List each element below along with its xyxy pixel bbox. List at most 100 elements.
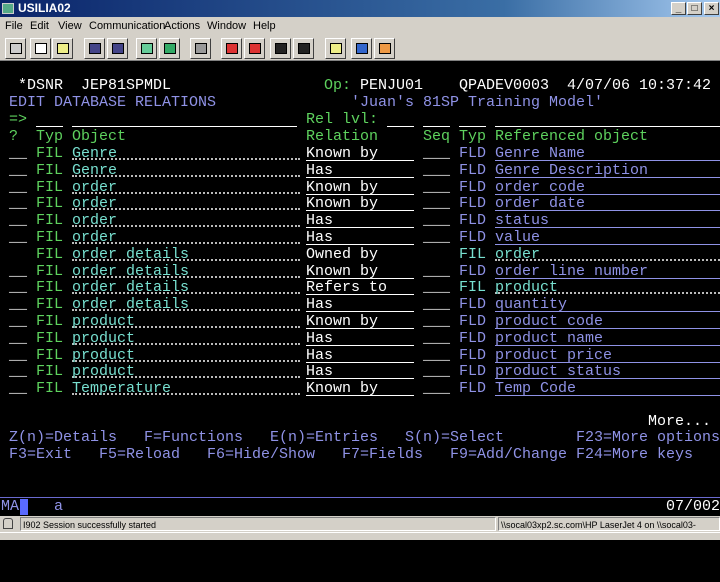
minimize-button[interactable]: _ [671,2,686,15]
row-select-input[interactable]: __ [9,263,27,280]
send-button[interactable] [84,38,105,59]
seq-input[interactable]: ___ [423,212,450,229]
seq-input[interactable]: ___ [423,263,450,280]
stop-macro-button[interactable] [244,38,265,59]
ref-object-field[interactable]: status [495,212,720,229]
seq-input[interactable]: ___ [423,330,450,347]
ref-object-field[interactable]: quantity [495,296,720,313]
macro-2-button[interactable] [293,38,314,59]
seq-input[interactable]: ___ [423,380,450,397]
ref-object-field[interactable]: Genre Name [495,145,720,162]
seq-input[interactable]: ___ [423,229,450,246]
menu-window[interactable]: Window [207,17,246,36]
seq-input[interactable]: ___ [423,347,450,364]
ref-object-field: order [495,246,720,263]
seq-input[interactable]: ___ [423,279,450,296]
row-select-input[interactable]: __ [9,162,27,179]
app-icon[interactable] [2,3,14,14]
key-f9-add-change[interactable]: F9=Add/Change [450,446,567,463]
menu-file[interactable]: File [5,17,23,36]
row-select-input[interactable]: __ [9,296,27,313]
relation-field[interactable]: Has [306,229,414,246]
copy-button[interactable] [30,38,51,59]
command-code-input[interactable] [36,111,63,127]
seq-input[interactable]: ___ [423,195,450,212]
key-f5-reload[interactable]: F5=Reload [99,446,180,463]
ref-object-field[interactable]: order code [495,179,720,196]
relation-field[interactable]: Has [306,347,414,364]
receive-button[interactable] [107,38,128,59]
ref-object-field[interactable]: product price [495,347,720,364]
rel-lvl-input-3[interactable] [459,111,486,127]
close-button[interactable]: × [704,2,719,15]
seq-input[interactable]: ___ [423,363,450,380]
row-select-input[interactable]: __ [9,313,27,330]
ref-object-field[interactable]: product status [495,363,720,380]
menu-view[interactable]: View [58,17,82,36]
menu-actions[interactable]: Actions [164,17,200,36]
edit-button[interactable] [374,38,395,59]
row-select-input[interactable]: __ [9,279,27,296]
seq-input[interactable]: ___ [423,145,450,162]
relation-field[interactable]: Known by [306,263,414,280]
input-indicator: a [54,498,64,515]
ref-object-field[interactable]: product [495,279,720,296]
print-screen-button[interactable] [5,38,26,59]
relation-field[interactable]: Known by [306,380,414,397]
stop-macro-icon [249,43,261,54]
menu-help[interactable]: Help [253,17,276,36]
clipboard-button[interactable] [325,38,346,59]
seq-input[interactable]: ___ [423,296,450,313]
ref-object-field[interactable]: Genre Description [495,162,720,179]
relation-field[interactable]: Has [306,296,414,313]
key-f7-fields[interactable]: F7=Fields [342,446,423,463]
row-select-input[interactable]: __ [9,195,27,212]
ref-object-field[interactable]: order line number [495,263,720,280]
relation-row: __ FIL Temperature Known by ___ FLD Temp Code [0,380,720,397]
paste-button[interactable] [52,38,73,59]
row-select-input[interactable]: __ [9,330,27,347]
row-select-input[interactable]: __ [9,380,27,397]
seq-input[interactable]: ___ [423,179,450,196]
rel-lvl-input-1[interactable] [387,111,414,127]
relation-field[interactable]: Known by [306,145,414,162]
relation-field[interactable]: Has [306,330,414,347]
row-select-input[interactable]: __ [9,229,27,246]
display-2-icon [164,43,176,54]
relation-field[interactable]: Refers to [306,279,414,296]
relation-field[interactable]: Has [306,212,414,229]
relation-field[interactable]: Known by [306,179,414,196]
rel-lvl-input-2[interactable] [423,111,450,127]
ref-object-field[interactable]: product name [495,330,720,347]
menu-edit[interactable]: Edit [30,17,49,36]
maximize-button[interactable]: □ [687,2,702,15]
keyboard-button[interactable] [190,38,211,59]
ref-object-field[interactable]: order date [495,195,720,212]
seq-input[interactable]: ___ [423,313,450,330]
display-button[interactable] [136,38,157,59]
row-select-input[interactable]: __ [9,179,27,196]
relation-field[interactable]: Has [306,363,414,380]
terminal-screen[interactable]: *DSNR JEP81SPMDL Op: PENJU01 QPADEV0003 … [0,61,720,516]
play-macro-button[interactable] [270,38,291,59]
globe-button[interactable] [351,38,372,59]
relation-field[interactable]: Known by [306,313,414,330]
position-input[interactable] [495,111,720,127]
row-select-input[interactable]: __ [9,212,27,229]
key-f3-exit[interactable]: F3=Exit [9,446,72,463]
row-select-input[interactable]: __ [9,145,27,162]
relation-field[interactable]: Has [306,162,414,179]
menu-communication[interactable]: Communication [89,17,165,36]
ref-object-field[interactable]: product code [495,313,720,330]
key-f6-hide-show[interactable]: F6=Hide/Show [207,446,315,463]
relation-field[interactable]: Known by [306,195,414,212]
row-select-input[interactable]: __ [9,347,27,364]
row-select-input[interactable]: __ [9,363,27,380]
display-2-button[interactable] [159,38,180,59]
key-f24-more-keys[interactable]: F24=More keys [576,446,693,463]
record-macro-button[interactable] [221,38,242,59]
ref-object-field[interactable]: value [495,229,720,246]
seq-input[interactable]: ___ [423,162,450,179]
ref-object-field[interactable]: Temp Code [495,380,720,397]
command-input[interactable] [72,111,297,127]
